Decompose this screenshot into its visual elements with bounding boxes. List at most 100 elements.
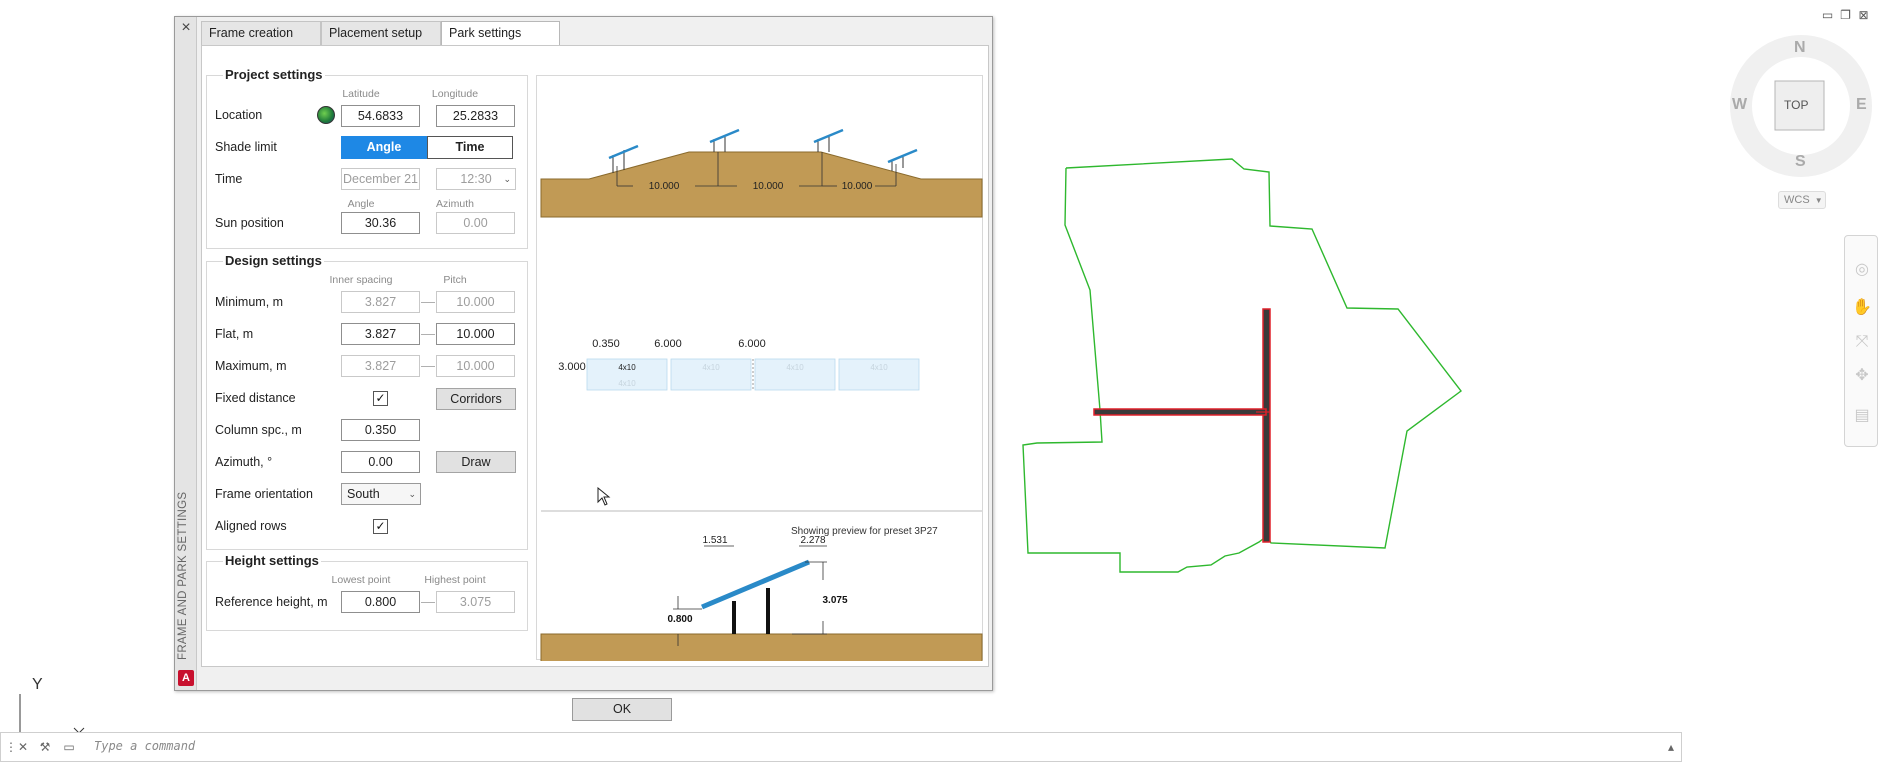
preview-panel: 10.000 10.000 10.000 0.350 6.000 6.000 3… (536, 75, 983, 661)
viewcube-face-label[interactable]: TOP (1784, 98, 1808, 112)
link-line (421, 366, 435, 367)
group-title: Project settings (223, 67, 325, 82)
column-spacing-input[interactable]: 0.350 (341, 419, 420, 441)
app-logo-icon[interactable]: A (178, 670, 194, 686)
lowest-point-header: Lowest point (331, 574, 391, 586)
terrain-dim-1: 10.000 (649, 181, 680, 192)
module-label-faded: 4x10 (702, 363, 720, 372)
height-settings-group: Height settings Lowest point Highest poi… (206, 553, 528, 631)
globe-icon[interactable] (317, 106, 335, 124)
compass-south[interactable]: S (1795, 153, 1806, 171)
flat-label: Flat, m (215, 327, 254, 341)
fixed-distance-checkbox[interactable]: ✓ (373, 391, 388, 406)
sun-position-label: Sun position (215, 216, 284, 230)
aligned-rows-checkbox[interactable]: ✓ (373, 519, 388, 534)
close-icon[interactable]: ✕ (15, 739, 31, 755)
time-select[interactable]: 12:30 ⌄ (436, 168, 516, 190)
shade-limit-label: Shade limit (215, 140, 277, 154)
customize-icon[interactable]: ⚒ (37, 739, 53, 755)
navigation-bar: ◎ ✋ ⤧ ✥ ▤ (1844, 235, 1878, 447)
draw-button[interactable]: Draw (436, 451, 516, 473)
chevron-down-icon: ⌄ (408, 489, 416, 499)
frame-orientation-select[interactable]: South ⌄ (341, 483, 421, 505)
highest-point-header: Highest point (424, 574, 486, 586)
recent-commands-icon[interactable]: ▭ (61, 739, 77, 755)
sun-angle-input[interactable]: 30.36 (341, 212, 420, 234)
compass-north[interactable]: N (1794, 39, 1806, 57)
ucs-menu[interactable]: WCS ▼ (1778, 191, 1826, 209)
close-icon[interactable]: × (178, 20, 194, 36)
frame-orientation-label: Frame orientation (215, 487, 313, 501)
terrain-dim-2: 10.000 (753, 181, 784, 192)
longitude-header: Longitude (431, 88, 479, 100)
design-settings-group: Design settings Inner spacing Pitch Mini… (206, 253, 528, 550)
ok-button[interactable]: OK (572, 698, 672, 721)
min-pitch-input[interactable]: 10.000 (436, 291, 515, 313)
dim-lower-span: 1.531 (702, 535, 727, 546)
project-settings-group: Project settings Latitude Longitude Loca… (206, 67, 528, 249)
dim-low: 0.800 (667, 614, 692, 625)
ground-strip (540, 633, 983, 661)
fixed-distance-label: Fixed distance (215, 391, 296, 405)
time-label: Time (215, 172, 243, 186)
palette-title-strip[interactable]: × FRAME AND PARK SETTINGS A (175, 17, 197, 690)
date-input[interactable]: December 21 (341, 168, 420, 190)
azimuth-input[interactable]: 0.00 (341, 451, 420, 473)
close-icon[interactable]: ⊠ (1856, 8, 1871, 23)
restore-icon[interactable]: ❐ (1838, 8, 1853, 23)
aligned-rows-label: Aligned rows (215, 519, 287, 533)
latitude-input[interactable]: 54.6833 (341, 105, 420, 127)
drawing-window-controls: ▭ ❐ ⊠ (1818, 8, 1878, 24)
steering-wheel-icon[interactable]: ◎ (1852, 260, 1872, 280)
tab-placement-setup[interactable]: Placement setup (321, 21, 441, 45)
minimize-icon[interactable]: ▭ (1820, 8, 1835, 23)
highest-point-input[interactable]: 3.075 (436, 591, 515, 613)
link-line (421, 602, 435, 603)
minimum-label: Minimum, m (215, 295, 284, 309)
min-inner-input[interactable]: 3.827 (341, 291, 420, 313)
shade-time-toggle[interactable]: Time (427, 136, 513, 159)
flat-pitch-input[interactable]: 10.000 (436, 323, 515, 345)
tab-bar: Frame creation Placement setup Park sett… (201, 21, 560, 46)
viewcube[interactable]: TOP N S W E WCS ▼ (1712, 32, 1884, 212)
compass-east[interactable]: E (1856, 96, 1867, 114)
pan-icon[interactable]: ✋ (1852, 298, 1872, 318)
pitch-header: Pitch (443, 274, 467, 286)
corridors-button[interactable]: Corridors (436, 388, 516, 410)
chevron-up-icon[interactable]: ▴ (1663, 739, 1679, 755)
group-title: Design settings (223, 253, 324, 268)
max-inner-input[interactable]: 3.827 (341, 355, 420, 377)
frame-row-vertical (1262, 308, 1271, 543)
module-label-faded: 4x10 (618, 379, 636, 388)
time-select-value: 12:30 (460, 172, 492, 186)
reference-height-label: Reference height, m (215, 595, 328, 609)
latitude-header: Latitude (342, 88, 380, 100)
terrain-dim-3: 10.000 (842, 181, 873, 192)
frame-orientation-value: South (347, 487, 380, 501)
angle-header: Angle (347, 198, 375, 210)
zoom-icon[interactable]: ⤧ (1852, 332, 1872, 352)
sun-azimuth-input[interactable]: 0.00 (436, 212, 515, 234)
showmotion-icon[interactable]: ▤ (1852, 406, 1872, 426)
orbit-icon[interactable]: ✥ (1852, 366, 1872, 386)
compass-west[interactable]: W (1732, 96, 1747, 114)
layout-column-spacing: 0.350 (592, 338, 620, 350)
palette-title: FRAME AND PARK SETTINGS (177, 491, 189, 660)
viewcube-compass (1730, 35, 1872, 177)
command-input[interactable]: Type a command (94, 739, 195, 753)
layout-width-1: 6.000 (654, 338, 682, 350)
flat-inner-input[interactable]: 3.827 (341, 323, 420, 345)
tab-content: Project settings Latitude Longitude Loca… (201, 45, 989, 721)
shade-angle-toggle[interactable]: Angle (341, 136, 427, 159)
module-label: 4x10 (618, 363, 636, 372)
inner-spacing-header: Inner spacing (329, 274, 393, 286)
max-pitch-input[interactable]: 10.000 (436, 355, 515, 377)
layout-height: 3.000 (558, 361, 586, 373)
tab-park-settings[interactable]: Park settings (441, 21, 560, 46)
maximum-label: Maximum, m (215, 359, 287, 373)
tab-frame-creation[interactable]: Frame creation (201, 21, 321, 45)
preview-graphics: 10.000 10.000 10.000 0.350 6.000 6.000 3… (540, 128, 983, 661)
longitude-input[interactable]: 25.2833 (436, 105, 515, 127)
azimuth-header: Azimuth (436, 198, 474, 210)
lowest-point-input[interactable]: 0.800 (341, 591, 420, 613)
